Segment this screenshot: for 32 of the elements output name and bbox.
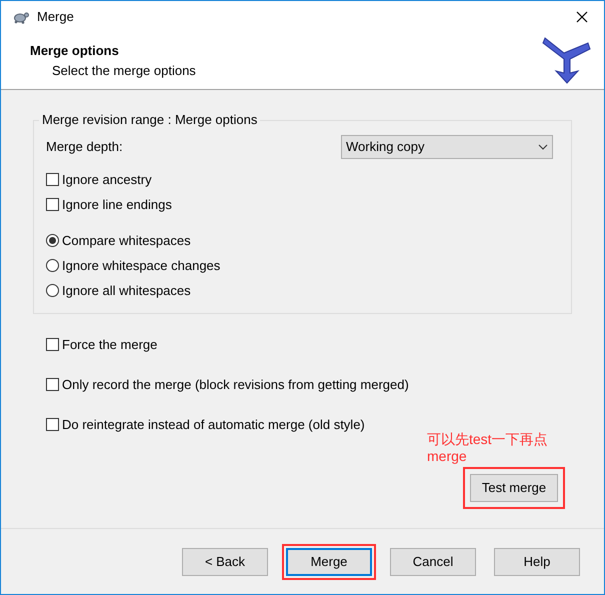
- checkbox[interactable]: [46, 338, 59, 351]
- merge-arrow-icon: [542, 35, 592, 85]
- option-label: Force the merge: [62, 336, 158, 354]
- test-merge-button[interactable]: Test merge: [470, 474, 558, 502]
- checkbox[interactable]: [46, 198, 59, 211]
- page-subtitle: Select the merge options: [51, 62, 196, 80]
- page-title: Merge options: [30, 42, 120, 60]
- checkbox[interactable]: [46, 378, 59, 391]
- radio-button[interactable]: [46, 284, 59, 297]
- checkbox[interactable]: [46, 418, 59, 431]
- option-label: Compare whitespaces: [62, 232, 191, 250]
- close-icon[interactable]: [576, 10, 588, 22]
- turtle-icon: [13, 10, 29, 24]
- option-label: Ignore ancestry: [62, 170, 152, 189]
- option-label: Ignore line endings: [62, 196, 172, 214]
- radio-button[interactable]: [46, 234, 59, 247]
- dialog-button[interactable]: Merge: [286, 548, 372, 576]
- merge-depth-label: Merge depth:: [46, 138, 123, 156]
- radio-button[interactable]: [46, 259, 59, 272]
- annotation-text: 可以先test一下再点merge: [427, 431, 549, 465]
- checkbox[interactable]: [46, 173, 59, 186]
- group-legend: Merge revision range : Merge options: [39, 112, 260, 128]
- window-title: Merge: [37, 8, 74, 26]
- dialog-button[interactable]: Cancel: [390, 548, 476, 576]
- option-label: Ignore all whitespaces: [62, 282, 191, 300]
- option-label: Ignore whitespace changes: [62, 256, 220, 275]
- option-label: Do reintegrate instead of automatic merge (old style): [62, 416, 365, 434]
- chevron-down-icon: [538, 144, 548, 150]
- option-label: Only record the merge (block revisions from getting merged): [62, 376, 409, 394]
- merge-depth-dropdown[interactable]: Working copy: [341, 135, 553, 159]
- dialog-button[interactable]: Help: [494, 548, 580, 576]
- dialog-button[interactable]: < Back: [182, 548, 268, 576]
